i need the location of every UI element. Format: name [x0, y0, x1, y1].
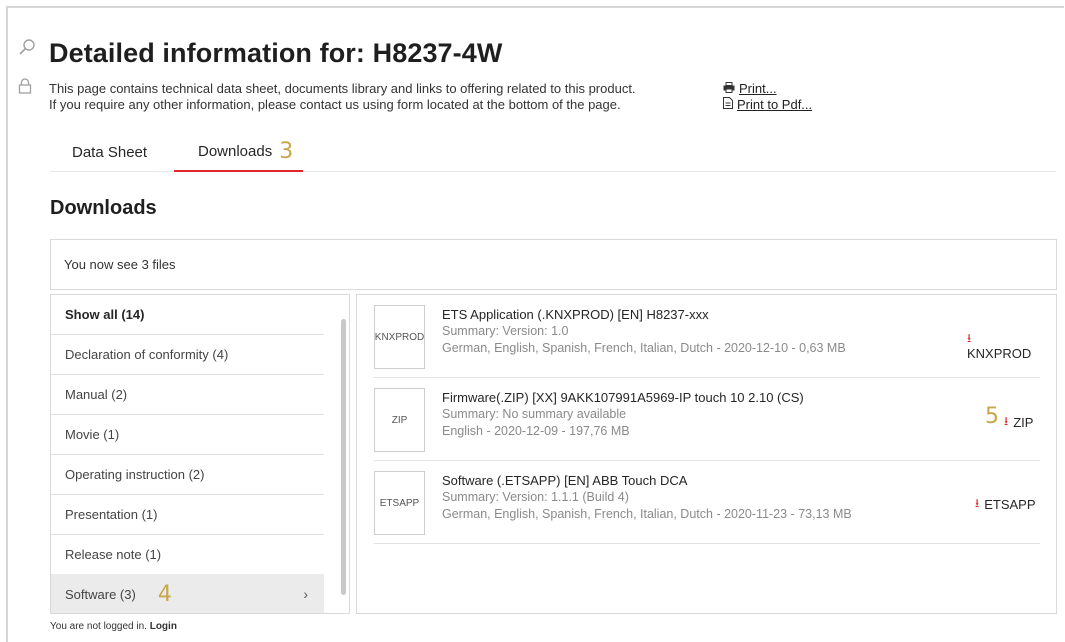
lock-icon: [18, 78, 32, 94]
filter-movie[interactable]: Movie (1): [51, 415, 324, 455]
filter-manual[interactable]: Manual (2): [51, 375, 324, 415]
filter-label: Show all (14): [65, 307, 145, 322]
downloads-heading: Downloads: [50, 197, 157, 219]
tab-data-sheet-label: Data Sheet: [72, 143, 148, 161]
filter-software[interactable]: Software (3) 4 ›: [51, 574, 324, 613]
filter-label: Movie (1): [65, 427, 120, 442]
file-summary: Summary: Version: 1.1.1 (Build 4): [442, 490, 629, 504]
download-label: KNXPROD: [967, 346, 1032, 361]
file-row: KNXPROD ETS Application (.KNXPROD) [EN] …: [374, 295, 1040, 378]
file-thumbnail: KNXPROD: [374, 305, 425, 369]
file-title: ETS Application (.KNXPROD) [EN] H8237-xx…: [442, 307, 709, 322]
file-summary: Summary: Version: 1.0: [442, 324, 569, 338]
filter-declaration-of-conformity[interactable]: Declaration of conformity (4): [51, 335, 324, 375]
pdf-icon: [723, 97, 733, 112]
file-row: ZIP Firmware(.ZIP) [XX] 9AKK107991A5969-…: [374, 378, 1040, 461]
search-icon[interactable]: [18, 38, 36, 56]
file-count-box: You now see 3 files: [50, 239, 1057, 290]
file-title: Software (.ETSAPP) [EN] ABB Touch DCA: [442, 473, 688, 488]
tab-downloads-label: Downloads: [198, 142, 273, 160]
printer-icon: [723, 81, 735, 96]
annotation-marker: 4: [157, 581, 172, 607]
file-type-label: KNXPROD: [374, 331, 425, 343]
tab-downloads[interactable]: Downloads 3: [174, 136, 303, 172]
filter-show-all[interactable]: Show all (14): [51, 295, 324, 335]
filter-label: Operating instruction (2): [65, 467, 205, 482]
filter-label: Software (3): [65, 586, 136, 602]
file-type-label: ZIP: [391, 414, 408, 426]
print-to-pdf-link[interactable]: Print to Pdf...: [723, 97, 812, 112]
file-row: ETSAPP Software (.ETSAPP) [EN] ABB Touch…: [374, 461, 1040, 544]
download-icon: ⭳: [967, 331, 972, 345]
filter-label: Declaration of conformity (4): [65, 347, 229, 362]
file-list: KNXPROD ETS Application (.KNXPROD) [EN] …: [356, 294, 1057, 614]
filter-label: Presentation (1): [65, 507, 158, 522]
download-icon: ⭳: [1004, 414, 1009, 428]
download-label: ETSAPP: [984, 497, 1036, 512]
file-title: Firmware(.ZIP) [XX] 9AKK107991A5969-IP t…: [442, 390, 804, 405]
login-link[interactable]: Login: [150, 621, 177, 632]
file-details: German, English, Spanish, French, Italia…: [442, 341, 846, 355]
description-line-1: This page contains technical data sheet,…: [49, 81, 636, 96]
file-details: English - 2020-12-09 - 197,76 MB: [442, 424, 630, 438]
description-line-2: If you require any other information, pl…: [49, 97, 621, 112]
page-title: Detailed information for: H8237-4W: [49, 38, 503, 68]
download-etsapp-link[interactable]: ⭳ ETSAPP: [975, 494, 1036, 515]
download-knxprod-link[interactable]: ⭳ KNXPROD: [967, 331, 1031, 361]
tab-data-sheet[interactable]: Data Sheet: [72, 136, 147, 172]
download-zip-link[interactable]: ⭳ ZIP: [1004, 412, 1033, 433]
file-thumbnail: ZIP: [374, 388, 425, 452]
login-status-text: You are not logged in.: [50, 621, 147, 632]
download-icon: ⭳: [975, 496, 980, 510]
file-details: German, English, Spanish, French, Italia…: [442, 507, 852, 521]
category-filter-list: Show all (14) Declaration of conformity …: [50, 294, 350, 614]
login-status: You are not logged in. Login: [50, 621, 177, 632]
filter-release-note[interactable]: Release note (1): [51, 535, 324, 575]
print-to-pdf-label: Print to Pdf...: [737, 97, 813, 112]
tab-bar: Data Sheet Downloads 3: [50, 136, 1056, 172]
download-label: ZIP: [1013, 415, 1034, 430]
filter-label: Release note (1): [65, 547, 162, 562]
chevron-right-icon: ›: [303, 586, 308, 602]
filter-presentation[interactable]: Presentation (1): [51, 495, 324, 535]
annotation-marker: 5: [985, 404, 999, 429]
file-count-text: You now see 3 files: [64, 257, 176, 272]
filter-operating-instruction[interactable]: Operating instruction (2): [51, 455, 324, 495]
annotation-marker: 3: [279, 138, 294, 164]
filter-scrollbar[interactable]: [341, 319, 346, 595]
print-label: Print...: [739, 81, 777, 96]
print-link[interactable]: Print...: [723, 81, 777, 96]
file-summary: Summary: No summary available: [442, 407, 627, 421]
file-thumbnail: ETSAPP: [374, 471, 425, 535]
file-type-label: ETSAPP: [379, 497, 420, 509]
filter-label: Manual (2): [65, 387, 128, 402]
